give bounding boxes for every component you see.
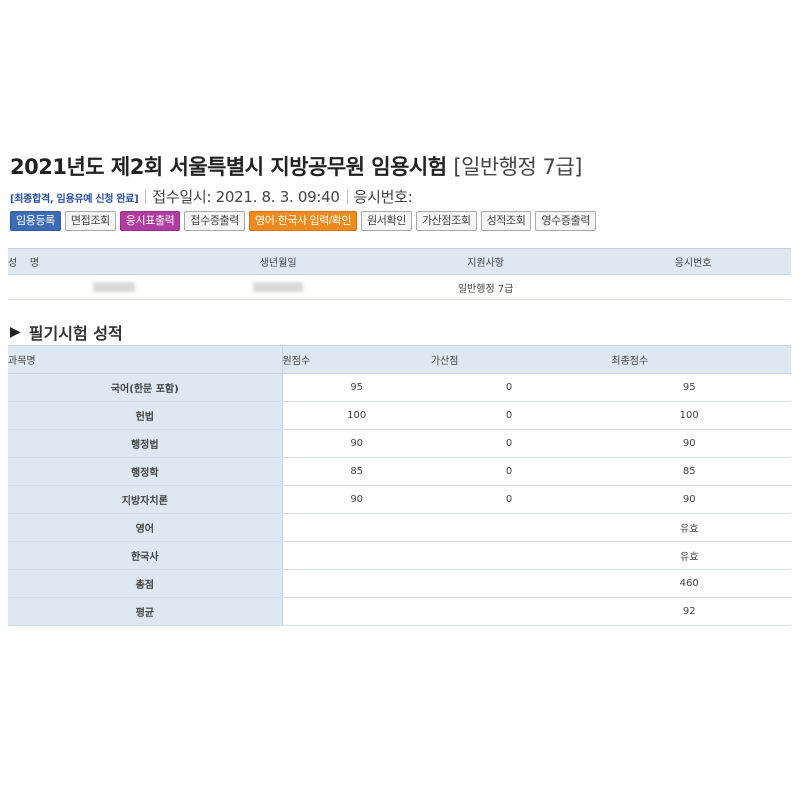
table-row: 평균 92 xyxy=(8,597,791,626)
bonus-points: 0 xyxy=(430,429,588,458)
raw-score xyxy=(282,513,431,542)
divider xyxy=(145,189,147,204)
final-score: 92 xyxy=(587,597,791,626)
page-title: 2021년도 제2회 서울특별시 지방공무원 임용시험 [일반행정 7급] xyxy=(10,151,582,181)
header-name: 성 명 xyxy=(8,248,181,275)
final-score: 85 xyxy=(587,457,791,486)
applicant-info-table: 성 명 생년월일 지원사항 응시번호 일반행정 7급 xyxy=(8,248,791,300)
applicant-birthdate-redacted xyxy=(180,274,376,300)
interview-lookup-button[interactable]: 면접조회 xyxy=(64,211,116,231)
table-row: 행정법 90 0 90 xyxy=(8,429,791,458)
table-row: 행정학 85 0 85 xyxy=(8,457,791,486)
header-bonus-points: 가산점 xyxy=(430,345,588,374)
subject-name: 영어 xyxy=(8,513,283,542)
bonus-points xyxy=(430,569,588,598)
application-check-button[interactable]: 원서확인 xyxy=(361,211,412,231)
table-row: 한국사 유효 xyxy=(8,541,791,570)
final-score: 유효 xyxy=(587,513,791,542)
receipt-print-button[interactable]: 접수증출력 xyxy=(184,211,245,231)
final-score: 100 xyxy=(587,401,791,430)
received-datetime: 접수일시: 2021. 8. 3. 09:40 xyxy=(152,188,340,206)
subject-name: 행정법 xyxy=(8,429,283,458)
bonus-points xyxy=(430,597,588,626)
final-score: 460 xyxy=(587,569,791,598)
raw-score xyxy=(282,569,431,598)
header-final-score: 최종점수 xyxy=(587,345,791,374)
bonus-points: 0 xyxy=(430,485,588,514)
play-arrow-icon: ▶ xyxy=(10,324,21,340)
exam-category: [일반행정 7급] xyxy=(453,155,582,179)
table-row: 일반행정 7급 xyxy=(8,274,791,300)
table-row: 헌법 100 0 100 xyxy=(8,401,791,430)
bonus-points-lookup-button[interactable]: 가산점조회 xyxy=(415,211,477,231)
bonus-points xyxy=(430,541,588,570)
action-toolbar: 임용등록 면접조회 응시표출력 접수증출력 영어·한국사 입력/확인 원서확인 … xyxy=(10,211,597,231)
header-raw-score: 원점수 xyxy=(282,345,431,374)
subject-name: 총점 xyxy=(8,569,283,598)
subject-name: 평균 xyxy=(8,597,283,626)
table-row: 총점 460 xyxy=(8,569,791,598)
score-lookup-button[interactable]: 성적조회 xyxy=(480,211,532,231)
bonus-points xyxy=(430,513,588,542)
bonus-points: 0 xyxy=(430,373,588,402)
written-exam-scores-table: 과목명 원점수 가산점 최종점수 국어(한문 포함) 95 0 95 헌법 10… xyxy=(8,345,791,626)
header-subject: 과목명 xyxy=(8,345,283,374)
raw-score xyxy=(282,541,431,570)
applied-field-value: 일반행정 7급 xyxy=(376,274,596,300)
final-score: 95 xyxy=(587,373,791,402)
section-title-text: 필기시험 성적 xyxy=(28,324,123,343)
application-status-line: [최종합격, 임용유예 신청 완료] 접수일시: 2021. 8. 3. 09:… xyxy=(10,186,413,207)
status-badge: [최종합격, 임용유예 신청 완료] xyxy=(10,194,139,205)
table-header-row: 성 명 생년월일 지원사항 응시번호 xyxy=(8,248,791,275)
english-history-entry-button[interactable]: 영어·한국사 입력/확인 xyxy=(249,211,358,231)
header-applied-field: 지원사항 xyxy=(376,248,596,275)
raw-score: 85 xyxy=(282,457,431,486)
raw-score: 95 xyxy=(282,373,431,402)
raw-score: 90 xyxy=(282,429,431,458)
bonus-points: 0 xyxy=(430,401,588,430)
bonus-points: 0 xyxy=(430,457,588,486)
raw-score: 90 xyxy=(282,485,431,514)
subject-name: 한국사 xyxy=(8,541,283,570)
raw-score: 100 xyxy=(282,401,431,430)
admission-ticket-print-button[interactable]: 응시표출력 xyxy=(119,211,181,231)
final-score: 90 xyxy=(587,485,791,514)
exam-number-value xyxy=(595,274,791,300)
final-score: 90 xyxy=(587,429,791,458)
table-row: 국어(한문 포함) 95 0 95 xyxy=(8,373,791,402)
exam-number-label: 응시번호: xyxy=(353,188,413,206)
subject-name: 지방자치론 xyxy=(8,485,283,514)
header-birthdate: 생년월일 xyxy=(180,248,376,275)
table-row: 지방자치론 90 0 90 xyxy=(8,485,791,514)
subject-name: 행정학 xyxy=(8,457,283,486)
table-row: 영어 유효 xyxy=(8,513,791,542)
appointment-register-button[interactable]: 임용등록 xyxy=(10,211,61,231)
applicant-name-redacted xyxy=(8,274,181,300)
subject-name: 국어(한문 포함) xyxy=(8,373,283,402)
table-header-row: 과목명 원점수 가산점 최종점수 xyxy=(8,345,791,374)
divider xyxy=(346,189,348,204)
subject-name: 헌법 xyxy=(8,401,283,430)
final-score: 유효 xyxy=(587,541,791,570)
payment-receipt-print-button[interactable]: 영수증출력 xyxy=(535,211,597,231)
header-exam-number: 응시번호 xyxy=(595,248,791,275)
exam-title: 2021년도 제2회 서울특별시 지방공무원 임용시험 xyxy=(10,155,447,179)
raw-score xyxy=(282,597,431,626)
section-title: ▶ 필기시험 성적 xyxy=(10,320,123,344)
